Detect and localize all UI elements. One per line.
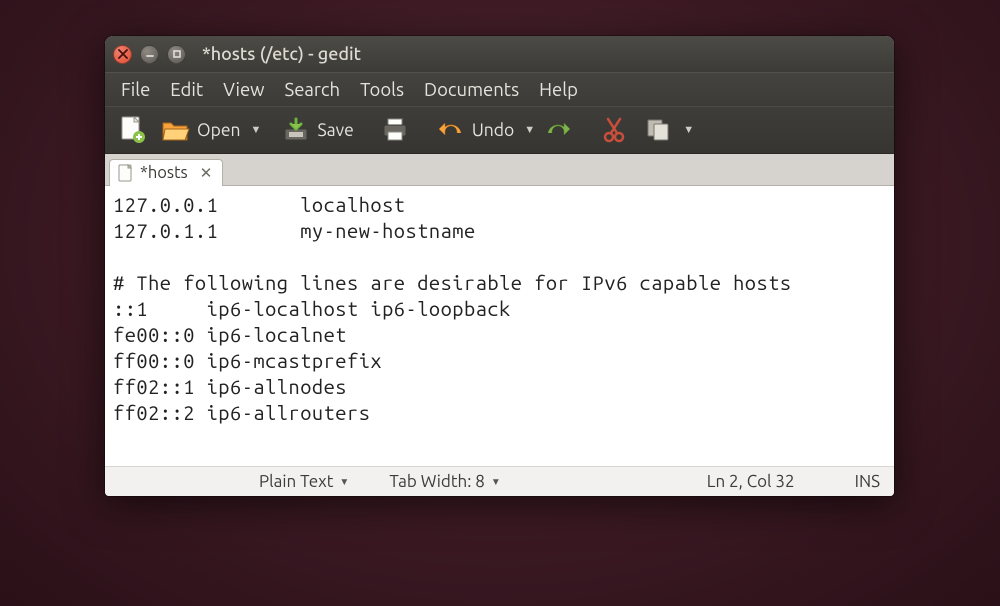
document-icon [118,164,134,182]
undo-label: Undo [472,121,514,140]
cut-icon [599,115,629,145]
save-label: Save [317,121,353,140]
toolbar-overflow[interactable]: ▼ [681,120,694,140]
print-icon [380,115,410,145]
open-label: Open [197,121,240,140]
window-title: *hosts (/etc) - gedit [202,44,361,64]
open-folder-icon [161,115,191,145]
open-button[interactable]: Open [155,111,246,149]
menu-file[interactable]: File [113,77,158,103]
tabbar: *hosts ✕ [105,154,894,186]
menu-view[interactable]: View [215,77,272,103]
gedit-window: *hosts (/etc) - gedit File Edit View Sea… [105,36,894,496]
tab-width-selector[interactable]: Tab Width: 8 ▼ [389,472,500,491]
cursor-position: Ln 2, Col 32 [707,472,795,491]
cut-button[interactable] [593,111,635,149]
save-icon [281,115,311,145]
tab-hosts[interactable]: *hosts ✕ [109,159,223,186]
copy-button[interactable] [637,111,679,149]
window-minimize-button[interactable] [140,45,159,64]
menu-search[interactable]: Search [277,77,349,103]
menu-edit[interactable]: Edit [162,77,211,103]
print-button[interactable] [374,111,416,149]
chevron-down-icon: ▼ [339,476,349,488]
syntax-selector[interactable]: Plain Text ▼ [259,472,349,491]
menu-tools[interactable]: Tools [352,77,412,103]
undo-icon [436,115,466,145]
menu-help[interactable]: Help [531,77,586,103]
new-file-button[interactable] [111,111,153,149]
tab-close-icon[interactable]: ✕ [200,164,213,182]
text-editor[interactable]: 127.0.0.1 localhost 127.0.1.1 my-new-hos… [105,186,894,466]
titlebar[interactable]: *hosts (/etc) - gedit [105,36,894,72]
redo-button[interactable] [537,111,579,149]
save-button[interactable]: Save [275,111,359,149]
new-file-icon [117,115,147,145]
menu-documents[interactable]: Documents [416,77,527,103]
statusbar: Plain Text ▼ Tab Width: 8 ▼ Ln 2, Col 32… [105,466,894,496]
insert-mode[interactable]: INS [855,472,880,491]
tab-width-label: Tab Width: 8 [389,472,485,491]
undo-dropdown[interactable]: ▼ [522,120,535,140]
chevron-down-icon: ▼ [491,476,501,488]
toolbar: Open ▼ Save Undo ▼ [105,106,894,154]
redo-icon [543,115,573,145]
copy-icon [643,115,673,145]
window-maximize-button[interactable] [167,45,186,64]
undo-button[interactable]: Undo [430,111,520,149]
syntax-label: Plain Text [259,472,333,491]
tab-label: *hosts [140,164,188,182]
mode-label: INS [855,472,880,491]
open-dropdown[interactable]: ▼ [248,120,261,140]
menubar: File Edit View Search Tools Documents He… [105,72,894,106]
window-close-button[interactable] [113,45,132,64]
position-label: Ln 2, Col 32 [707,472,795,491]
